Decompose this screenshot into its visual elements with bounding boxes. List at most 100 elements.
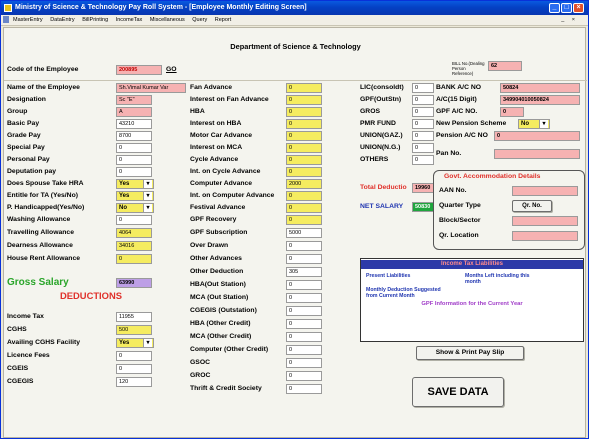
cycle-advance-label: Cycle Advance [190,156,239,163]
licence-fees-field[interactable]: 0 [116,351,152,361]
basic-pay-field[interactable]: 43210 [116,119,152,129]
go-button[interactable]: GO [166,66,177,73]
washing-allowance-label: Washing Allowance [7,216,71,223]
spouse-hra-dropdown[interactable]: Yes [116,179,154,189]
aan-field[interactable] [512,186,578,196]
ta-dropdown[interactable]: Yes [116,191,154,201]
menu-report[interactable]: Report [215,17,232,23]
interest-mca-label: Interest on MCA [190,144,243,151]
menu-dataentry[interactable]: DataEntry [50,17,74,23]
menu-incometax[interactable]: IncomeTax [116,17,143,23]
festival-advance-field[interactable]: 0 [286,203,322,213]
group-field[interactable]: A [116,107,152,117]
bill-number-field[interactable]: 62 [488,61,522,71]
travelling-allowance-field[interactable]: 4064 [116,228,152,238]
cgegis-outstation-field[interactable]: 0 [286,306,322,316]
total-deductions-label: Total Deductio [360,184,407,191]
hba-field[interactable]: 0 [286,107,322,117]
code-label: Code of the Employee [7,66,79,73]
pan-field[interactable] [494,149,580,159]
close-button[interactable]: × [573,3,584,13]
gros-field[interactable]: 0 [412,107,434,117]
menu-miscellaneous[interactable]: Miscellaneous [150,17,185,23]
others-field[interactable]: 0 [412,155,434,165]
special-pay-field[interactable]: 0 [116,143,152,153]
pmr-fund-field[interactable]: 0 [412,119,434,129]
menu-masterentry[interactable]: MasterEntry [13,17,43,23]
editing-form: Department of Science & Technology Code … [3,27,587,438]
mca-other-credit-field[interactable]: 0 [286,332,322,342]
gros-label: GROS [360,108,381,115]
net-salary-field: 50830 [412,202,434,212]
union-ng-field[interactable]: 0 [412,143,434,153]
cycle-advance-field[interactable]: 0 [286,155,322,165]
cgegis-outstation-label: CGEGIS (Outstation) [190,307,257,314]
hba-other-credit-field[interactable]: 0 [286,319,322,329]
washing-allowance-field[interactable]: 0 [116,215,152,225]
block-sector-field[interactable] [512,216,578,226]
handicapped-dropdown[interactable]: No [116,203,154,213]
employee-code-field[interactable]: 200895 [116,65,162,75]
groc-field[interactable]: 0 [286,371,322,381]
minimize-button[interactable]: _ [549,3,560,13]
interest-cycle-field[interactable]: 0 [286,167,322,177]
save-data-button[interactable]: SAVE DATA [412,377,504,407]
mdi-controls[interactable]: _ × [561,15,578,26]
gross-salary-label: Gross Salary [7,277,69,288]
mca-other-credit-label: MCA (Other Credit) [190,333,252,340]
other-advances-field[interactable]: 0 [286,254,322,264]
mca-outstation-field[interactable]: 0 [286,293,322,303]
deputation-pay-field[interactable]: 0 [116,167,152,177]
personal-pay-field[interactable]: 0 [116,155,152,165]
interest-computer-field[interactable]: 0 [286,191,322,201]
pension-ac-field[interactable]: 0 [494,131,580,141]
cgeis-field[interactable]: 0 [116,364,152,374]
computer-other-credit-field[interactable]: 0 [286,345,322,355]
groc-label: GROC [190,372,211,379]
union-gaz-field[interactable]: 0 [412,131,434,141]
computer-advance-label: Computer Advance [190,180,253,187]
other-deduction-field[interactable]: 305 [286,267,322,277]
maximize-button[interactable]: □ [561,3,572,13]
computer-other-credit-label: Computer (Other Credit) [190,346,269,353]
show-print-payslip-button[interactable]: Show & Print Pay Slip [416,346,524,360]
avail-cghs-dropdown[interactable]: Yes [116,338,154,348]
dearness-allowance-field[interactable]: 34016 [116,241,152,251]
union-gaz-label: UNION(GAZ.) [360,132,403,139]
title-bar: Ministry of Science & Technology Pay Rol… [1,1,588,15]
interest-hba-field[interactable]: 0 [286,119,322,129]
interest-mca-field[interactable]: 0 [286,143,322,153]
gsoc-field[interactable]: 0 [286,358,322,368]
employee-name-field[interactable]: Sh.Vimal Kumar Var [116,83,186,93]
motor-car-advance-field[interactable]: 0 [286,131,322,141]
hba-outstation-field[interactable]: 0 [286,280,322,290]
over-drawn-field[interactable]: 0 [286,241,322,251]
grade-pay-field[interactable]: 8700 [116,131,152,141]
ac-15-digit-field[interactable]: 349904010050824 [500,95,580,105]
cghs-field[interactable]: 500 [116,325,152,335]
lic-field[interactable]: 0 [412,83,434,93]
menu-query[interactable]: Query [192,17,207,23]
motor-car-advance-label: Motor Car Advance [190,132,253,139]
aan-label: AAN No. [439,187,467,194]
new-pension-dropdown[interactable]: No [518,119,550,129]
qr-location-field[interactable] [512,231,578,241]
bank-ac-field[interactable]: 50824 [500,83,580,93]
cgegis-field[interactable]: 120 [116,377,152,387]
interest-fan-field[interactable]: 0 [286,95,322,105]
gpf-recovery-field[interactable]: 0 [286,215,322,225]
thrift-society-field[interactable]: 0 [286,384,322,394]
interest-computer-label: Int. on Computer Advance [190,192,275,199]
ac-15-digit-label: A/C(15 Digit) [436,96,477,103]
menu-billprinting[interactable]: BillPrinting [82,17,108,23]
designation-field[interactable]: Sc "E" [116,95,152,105]
gpf-ac-field[interactable]: 0 [500,107,524,117]
fan-advance-field[interactable]: 0 [286,83,322,93]
gpf-subscription-field[interactable]: 5000 [286,228,322,238]
gpf-outstation-field[interactable]: 0 [412,95,434,105]
income-tax-field[interactable]: 11955 [116,312,152,322]
computer-advance-field[interactable]: 2000 [286,179,322,189]
qr-no-button[interactable]: Qr. No. [512,200,552,212]
interest-fan-label: Interest on Fan Advance [190,96,269,103]
hra-field[interactable]: 0 [116,254,152,264]
